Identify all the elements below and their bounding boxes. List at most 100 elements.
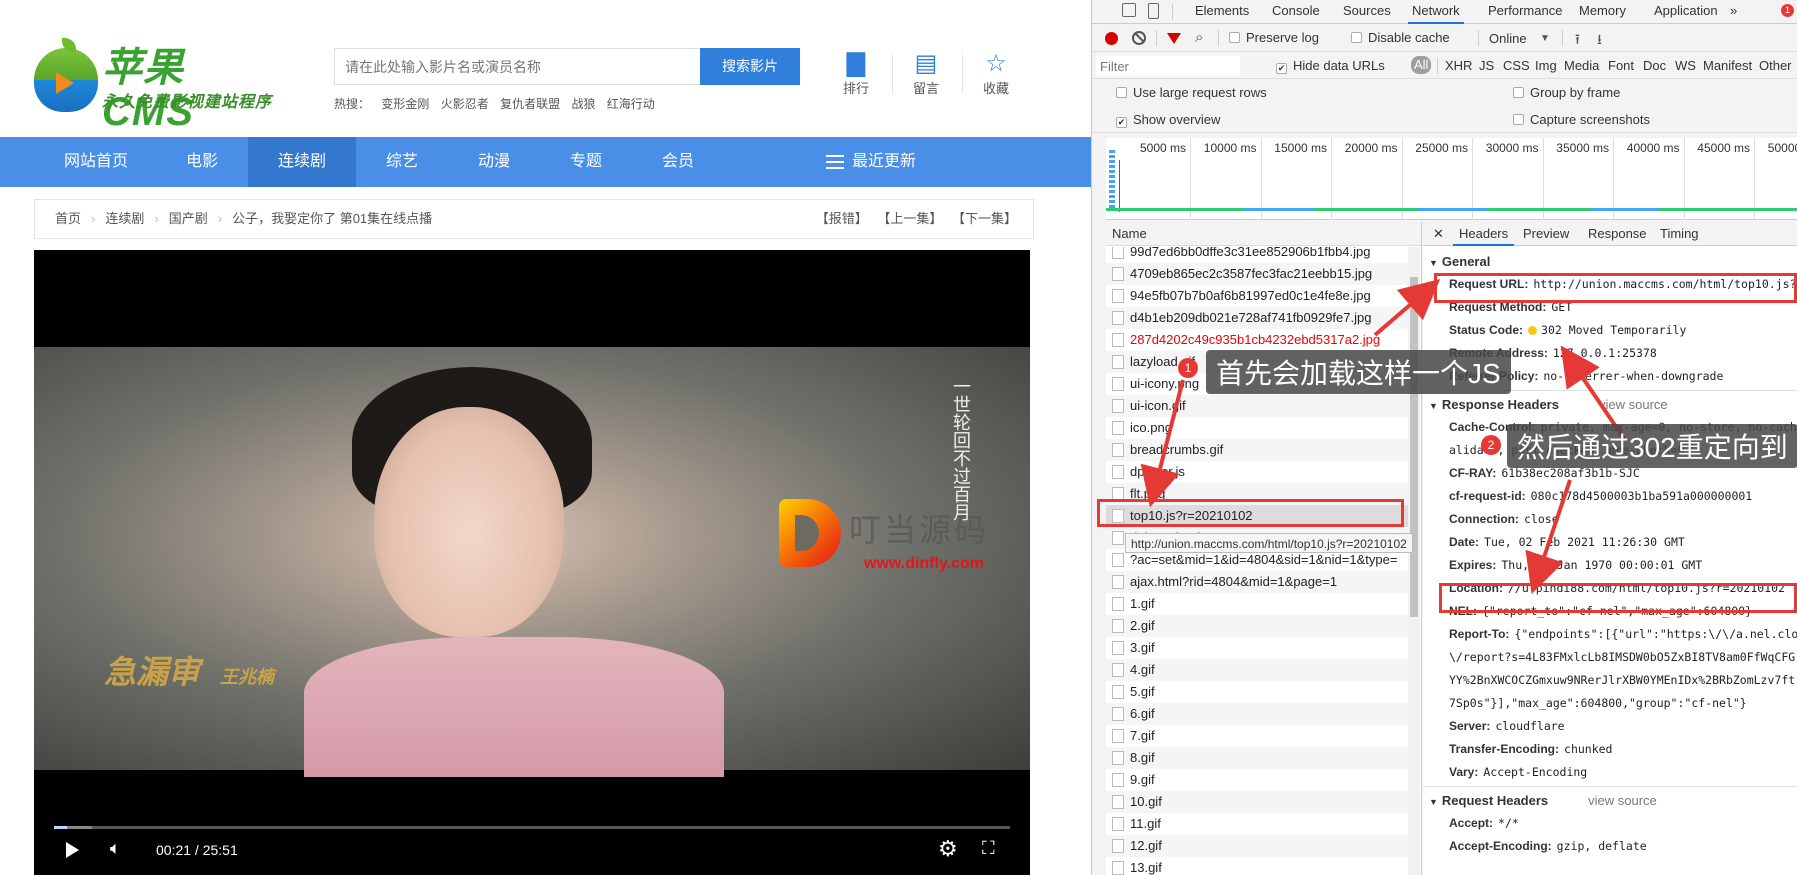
request-row[interactable]: 6.gif — [1106, 703, 1408, 725]
tab-timing[interactable]: Timing — [1660, 222, 1699, 246]
request-row[interactable]: 287d4202c49c935b1cb4232ebd5317a2.jpg — [1106, 329, 1408, 351]
hot-term[interactable]: 复仇者联盟 — [500, 97, 560, 111]
import-har-icon[interactable]: ⭱ — [1575, 29, 1580, 53]
type-js[interactable]: JS — [1479, 58, 1494, 73]
type-font[interactable]: Font — [1608, 58, 1634, 73]
close-detail-icon[interactable]: ✕ — [1433, 222, 1444, 246]
prev-episode-link[interactable]: 【上一集】 — [877, 211, 942, 226]
type-ws[interactable]: WS — [1675, 58, 1696, 73]
type-manifest[interactable]: Manifest — [1703, 58, 1752, 73]
video-player[interactable]: 叮当源码 www.dinfly.com 一世轮回不过百月 急漏审 王兆楠 🔈︎ 0… — [34, 250, 1030, 875]
filter-icon[interactable] — [1167, 33, 1181, 44]
search-icon[interactable]: ⌕ — [1195, 29, 1203, 46]
settings-gear-icon[interactable]: ⚙ — [938, 836, 958, 862]
export-har-icon[interactable]: ⭳ — [1597, 29, 1602, 53]
nav-members[interactable]: 会员 — [636, 137, 720, 187]
tab-preview[interactable]: Preview — [1523, 222, 1569, 246]
request-row[interactable]: 8.gif — [1106, 747, 1408, 769]
request-row[interactable]: 94e5fb07b7b0af6b81997ed0c1e4fe8e.jpg — [1106, 285, 1408, 307]
more-tabs-icon[interactable]: » — [1730, 0, 1737, 24]
request-row[interactable]: 7.gif — [1106, 725, 1408, 747]
request-row[interactable]: 2.gif — [1106, 615, 1408, 637]
view-source-link[interactable]: view source — [1588, 793, 1657, 808]
hot-term[interactable]: 红海行动 — [607, 97, 655, 111]
tab-elements[interactable]: Elements — [1195, 0, 1249, 24]
group-by-frame-checkbox[interactable]: Group by frame — [1513, 85, 1620, 100]
request-row[interactable]: 13.gif — [1106, 857, 1408, 875]
request-row[interactable]: 99d7ed6bb0dffe3c31ee852906b1fbb4.jpg — [1106, 247, 1408, 263]
request-row[interactable]: dplayer.js — [1106, 461, 1408, 483]
type-xhr[interactable]: XHR — [1445, 58, 1472, 73]
name-column-header[interactable]: Name — [1106, 222, 1421, 246]
hot-term[interactable]: 变形金刚 — [381, 97, 429, 111]
general-section[interactable]: ▼ General — [1429, 254, 1490, 269]
request-row[interactable]: breadcrumbs.gif — [1106, 439, 1408, 461]
record-icon[interactable] — [1105, 32, 1118, 45]
type-css[interactable]: CSS — [1503, 58, 1530, 73]
video-frame[interactable]: 叮当源码 www.dinfly.com 一世轮回不过百月 急漏审 王兆楠 — [34, 347, 1030, 777]
tab-application[interactable]: Application — [1654, 0, 1718, 24]
request-headers-section[interactable]: ▼ Request Headers view source — [1429, 793, 1657, 808]
filter-input[interactable] — [1096, 56, 1240, 76]
capture-screenshots-checkbox[interactable]: Capture screenshots — [1513, 112, 1650, 127]
site-logo[interactable]: 苹果CMS 永久免费影视建站程序 — [34, 38, 274, 134]
hide-data-urls-checkbox[interactable]: ✔ Hide data URLs — [1276, 58, 1385, 74]
nav-recent-updates[interactable]: 最近更新 — [826, 137, 916, 187]
request-list-scrollbar[interactable] — [1408, 247, 1420, 875]
scrollbar-thumb[interactable] — [1410, 277, 1418, 617]
nav-variety[interactable]: 综艺 — [360, 137, 444, 187]
tab-response[interactable]: Response — [1588, 222, 1647, 246]
request-row[interactable]: 1.gif — [1106, 593, 1408, 615]
request-row[interactable]: 12.gif — [1106, 835, 1408, 857]
request-row[interactable]: 11.gif — [1106, 813, 1408, 835]
nav-series[interactable]: 连续剧 — [248, 137, 356, 187]
message-button[interactable]: ▤ 留言 — [896, 50, 956, 97]
tab-network[interactable]: Network — [1408, 0, 1464, 24]
request-row[interactable]: 9.gif — [1106, 769, 1408, 791]
search-input[interactable] — [335, 49, 701, 84]
show-overview-checkbox[interactable]: ✔ Show overview — [1116, 112, 1220, 128]
fullscreen-icon[interactable]: ⛶ — [982, 838, 995, 859]
progress-bar[interactable] — [54, 826, 1010, 829]
request-row[interactable]: 3.gif — [1106, 637, 1408, 659]
nav-movies[interactable]: 电影 — [160, 137, 244, 187]
type-other[interactable]: Other — [1759, 58, 1792, 73]
report-error-link[interactable]: 【报错】 — [816, 211, 868, 226]
request-row[interactable]: 4.gif — [1106, 659, 1408, 681]
nav-topics[interactable]: 专题 — [544, 137, 628, 187]
request-row[interactable]: ajax.html?rid=4804&mid=1&page=1 — [1106, 571, 1408, 593]
breadcrumb-category[interactable]: 国产剧 — [169, 211, 208, 226]
inspect-element-icon[interactable] — [1122, 3, 1136, 17]
breadcrumb-home[interactable]: 首页 — [55, 211, 81, 226]
tab-headers[interactable]: Headers — [1453, 222, 1515, 246]
device-toolbar-icon[interactable] — [1148, 3, 1159, 19]
view-source-link[interactable]: view source — [1599, 397, 1668, 412]
type-media[interactable]: Media — [1564, 58, 1599, 73]
nav-anime[interactable]: 动漫 — [452, 137, 536, 187]
tab-console[interactable]: Console — [1272, 0, 1320, 24]
breadcrumb-series[interactable]: 连续剧 — [105, 211, 144, 226]
hot-term[interactable]: 火影忍者 — [441, 97, 489, 111]
type-doc[interactable]: Doc — [1643, 58, 1666, 73]
volume-icon[interactable]: 🔈︎ — [110, 838, 121, 859]
preserve-log-checkbox[interactable]: Preserve log — [1229, 30, 1319, 45]
request-row[interactable]: ico.png — [1106, 417, 1408, 439]
request-row[interactable]: 4709eb865ec2c3587fec3fac21eebb15.jpg — [1106, 263, 1408, 285]
hot-term[interactable]: 战狼 — [571, 97, 595, 111]
favorite-button[interactable]: ☆ 收藏 — [966, 50, 1026, 97]
play-button[interactable] — [66, 842, 79, 858]
response-headers-section[interactable]: ▼ Response Headers view source — [1429, 397, 1668, 412]
type-img[interactable]: Img — [1535, 58, 1557, 73]
clear-icon[interactable] — [1132, 31, 1146, 45]
search-button[interactable]: 搜索影片 — [700, 48, 800, 85]
throttle-select[interactable]: Online — [1489, 31, 1527, 46]
large-rows-checkbox[interactable]: Use large request rows — [1116, 85, 1267, 100]
tab-memory[interactable]: Memory — [1579, 0, 1626, 24]
request-row[interactable]: 10.gif — [1106, 791, 1408, 813]
request-row[interactable]: d4b1eb209db021e728af741fb0929fe7.jpg — [1106, 307, 1408, 329]
error-count-badge[interactable]: 1 — [1781, 4, 1794, 17]
next-episode-link[interactable]: 【下一集】 — [952, 211, 1017, 226]
nav-home[interactable]: 网站首页 — [44, 137, 148, 187]
request-row[interactable]: 5.gif — [1106, 681, 1408, 703]
type-all[interactable]: All — [1411, 56, 1432, 74]
